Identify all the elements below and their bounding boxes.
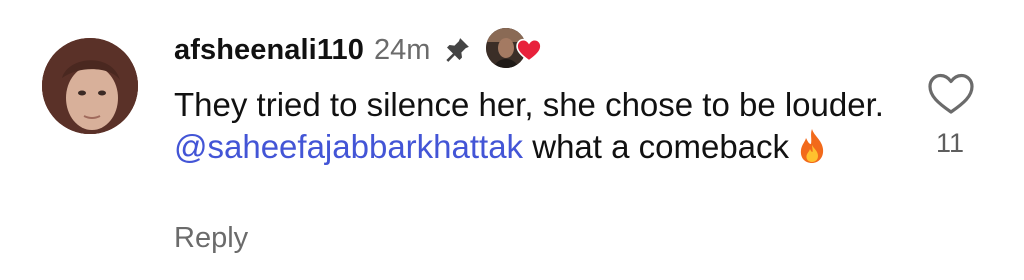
reply-button[interactable]: Reply xyxy=(174,222,248,255)
timestamp: 24m xyxy=(373,33,431,66)
like-button[interactable] xyxy=(926,72,976,116)
like-count: 11 xyxy=(935,128,965,158)
avatar-image xyxy=(42,38,138,134)
pin-icon xyxy=(442,35,472,65)
username[interactable]: afsheenali110 xyxy=(174,34,364,67)
heart-outline-icon xyxy=(928,73,974,114)
comment-item: afsheenali110 24m They tried to silence … xyxy=(0,0,1024,280)
comment-body-end: what a comeback xyxy=(523,128,790,165)
avatar[interactable] xyxy=(42,38,138,134)
comment-body: They tried to silence her, she chose to … xyxy=(174,86,884,123)
heart-icon xyxy=(516,38,543,62)
comment-text: They tried to silence her, she chose to … xyxy=(174,84,894,168)
comment-header: afsheenali110 24m xyxy=(174,28,546,72)
fire-icon xyxy=(795,128,829,164)
mention-link[interactable]: @saheefajabbarkhattak xyxy=(174,128,523,165)
creator-liked-badge xyxy=(486,28,546,72)
